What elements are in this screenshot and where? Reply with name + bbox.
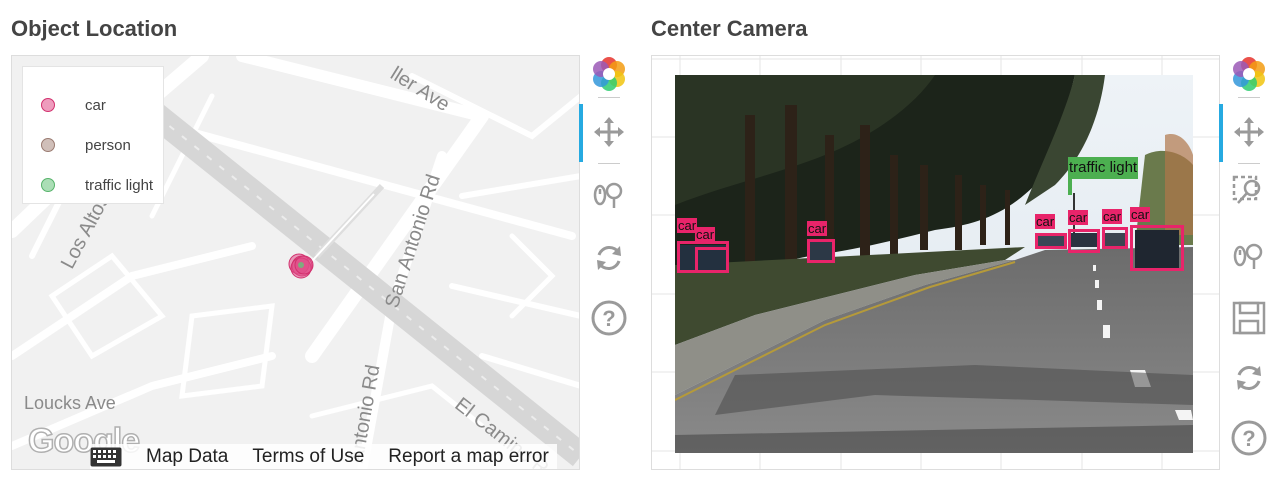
street-label: Loucks Ave	[24, 393, 116, 413]
pan-icon[interactable]	[1226, 110, 1272, 154]
map-panel-title: Object Location	[11, 16, 178, 41]
terms-of-use-link[interactable]: Terms of Use	[252, 446, 364, 468]
legend-swatch	[41, 178, 55, 192]
detection-label: car	[1068, 210, 1089, 225]
detection-label: car	[807, 221, 828, 236]
detection-box	[695, 247, 729, 273]
legend-label: traffic light	[85, 176, 154, 194]
detection-box	[1068, 229, 1100, 253]
box-zoom-icon[interactable]	[1226, 170, 1272, 214]
keyboard-icon[interactable]	[90, 447, 122, 467]
camera-scene	[675, 75, 1193, 453]
legend-item[interactable]: car	[41, 95, 106, 115]
wheel-zoom-icon[interactable]	[1226, 234, 1272, 278]
active-tool-indicator	[1219, 104, 1223, 162]
detection-box	[807, 239, 835, 263]
save-icon[interactable]	[1226, 296, 1272, 340]
reset-icon[interactable]	[586, 236, 632, 280]
legend-label: car	[85, 96, 106, 114]
detection-label: car	[1130, 207, 1151, 222]
detection-box	[1130, 225, 1184, 271]
svg-text:?: ?	[1242, 426, 1255, 451]
map-footer: Map Data Terms of Use Report a map error	[90, 444, 557, 469]
detection-label: car	[695, 227, 716, 242]
legend-item[interactable]: person	[41, 135, 131, 155]
detection-label: car	[1035, 214, 1056, 229]
legend-swatch	[41, 138, 55, 152]
svg-text:?: ?	[602, 306, 615, 331]
help-icon[interactable]: ?	[586, 296, 632, 340]
bokeh-logo-icon[interactable]	[586, 52, 632, 96]
car-points	[288, 253, 314, 279]
camera-panel-title: Center Camera	[651, 16, 808, 41]
detection-box	[1068, 179, 1072, 195]
detection-box	[1035, 233, 1067, 249]
detection-box	[1102, 227, 1128, 249]
detection-label: car	[1102, 209, 1123, 224]
legend-swatch	[41, 98, 55, 112]
camera-image: car car car traffic light car car car ca…	[675, 75, 1193, 453]
active-tool-indicator	[579, 104, 583, 162]
camera-plot[interactable]: car car car traffic light car car car ca…	[651, 55, 1220, 470]
help-icon[interactable]: ?	[1226, 416, 1272, 460]
wheel-zoom-icon[interactable]	[586, 173, 632, 217]
pan-icon[interactable]	[586, 110, 632, 154]
map-legend: car person traffic light	[22, 66, 164, 204]
map-plot[interactable]: ller Ave Los Altos San Antonio Rd Antoni…	[11, 55, 580, 470]
reset-icon[interactable]	[1226, 356, 1272, 400]
detection-label: traffic light	[1068, 157, 1139, 179]
legend-item[interactable]: traffic light	[41, 175, 153, 195]
legend-label: person	[85, 136, 131, 154]
report-map-error-link[interactable]: Report a map error	[388, 446, 549, 468]
map-data-link[interactable]: Map Data	[146, 446, 228, 468]
bokeh-logo-icon[interactable]	[1226, 52, 1272, 96]
